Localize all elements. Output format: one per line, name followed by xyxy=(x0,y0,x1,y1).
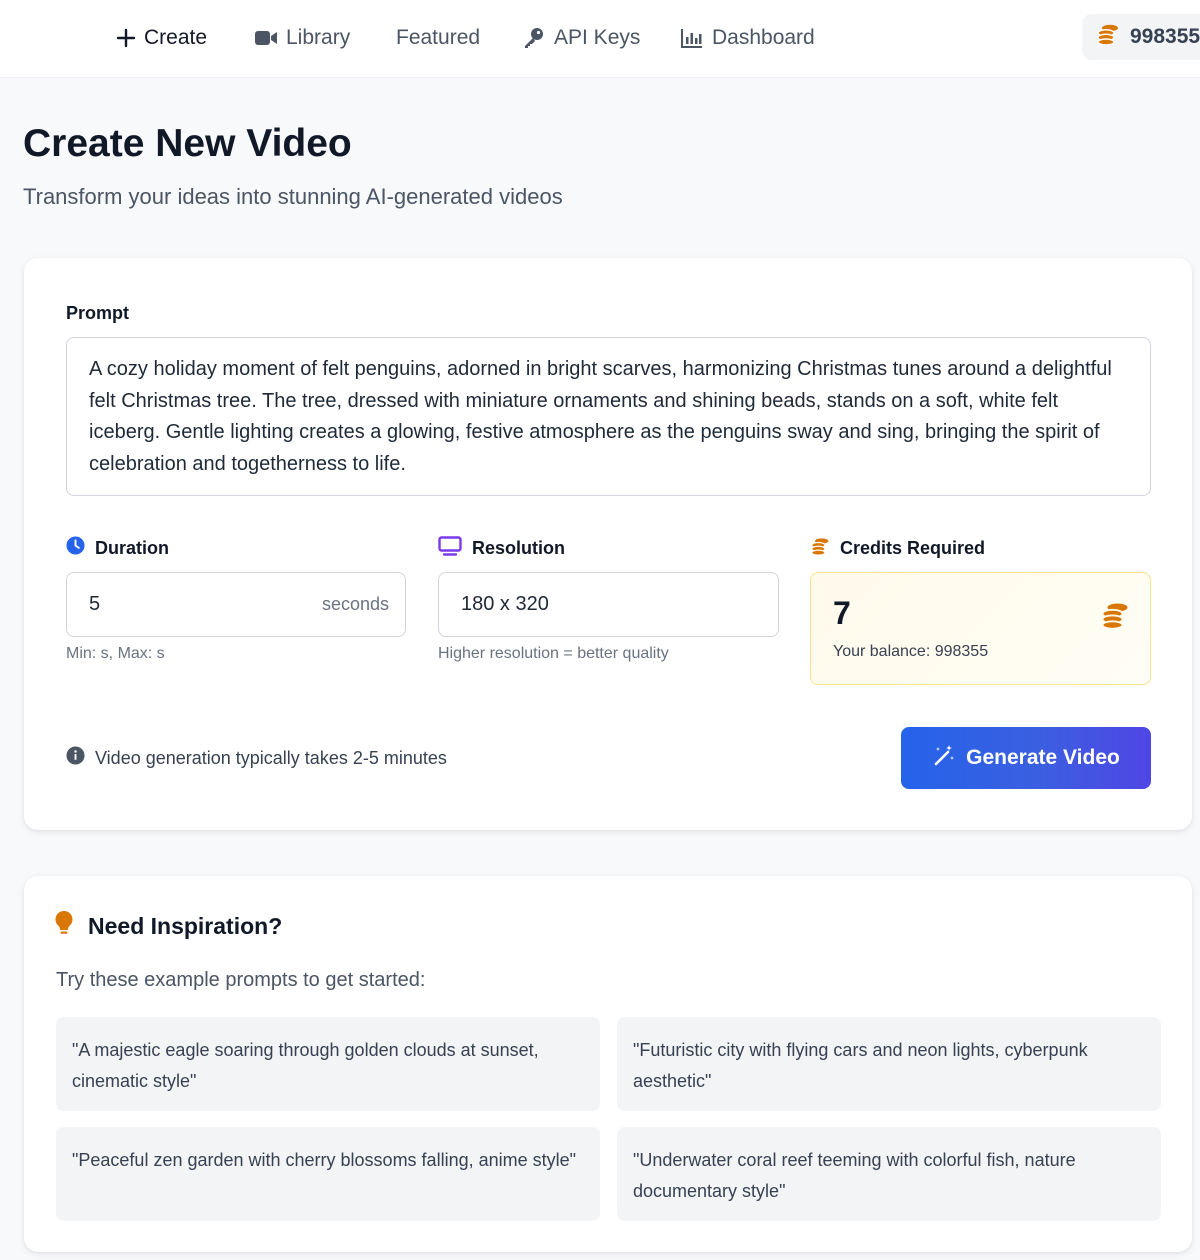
nav-item-dashboard[interactable]: Dashboard xyxy=(680,22,815,54)
video-camera-icon xyxy=(254,29,278,47)
nav-item-label: Featured xyxy=(396,26,481,49)
duration-label: Duration xyxy=(66,536,169,560)
nav-item-featured[interactable]: Featured xyxy=(396,22,480,54)
duration-label-text: Duration xyxy=(95,537,169,558)
resolution-label-text: Resolution xyxy=(472,538,565,558)
page-subtitle: Transform your ideas into stunning AI-ge… xyxy=(23,184,563,209)
generation-time-info: Video generation typically takes 2-5 min… xyxy=(66,746,447,770)
credits-required-box: 7 Your balance: 998355 xyxy=(810,572,1151,685)
create-video-card: Prompt A cozy holiday moment of felt pen… xyxy=(24,258,1192,830)
nav-item-label: Dashboard xyxy=(712,26,815,49)
inspiration-title: Need Inspiration? xyxy=(54,910,282,942)
generate-video-button[interactable]: Generate Video xyxy=(901,727,1151,789)
duration-value: 5 xyxy=(89,593,101,615)
top-navigation: Create Library Featured API Keys Dashboa… xyxy=(0,0,1200,78)
prompt-textarea[interactable]: A cozy holiday moment of felt penguins, … xyxy=(66,337,1151,496)
magic-wand-icon xyxy=(932,743,956,773)
nav-item-api-keys[interactable]: API Keys xyxy=(522,22,640,54)
coins-icon xyxy=(810,536,830,561)
resolution-label: Resolution xyxy=(438,536,565,561)
monitor-icon xyxy=(438,536,462,561)
nav-item-label: Library xyxy=(286,26,351,49)
credits-required-label: Credits Required xyxy=(810,536,985,561)
resolution-value: 180 x 320 xyxy=(461,593,549,615)
inspiration-card: Need Inspiration? Try these example prom… xyxy=(24,876,1192,1252)
credits-balance-pill[interactable]: 998355 xyxy=(1082,14,1200,60)
inspiration-subtitle: Try these example prompts to get started… xyxy=(56,969,426,991)
resolution-hint: Higher resolution = better quality xyxy=(438,645,669,662)
clock-icon xyxy=(66,536,85,560)
credits-balance-text: Your balance: 998355 xyxy=(833,643,989,660)
nav-item-label: API Keys xyxy=(554,26,641,49)
credits-required-value: 7 xyxy=(833,595,851,631)
coins-icon xyxy=(1100,601,1130,634)
credits-label-text: Credits Required xyxy=(840,538,986,558)
inspiration-title-text: Need Inspiration? xyxy=(88,912,283,939)
nav-item-create[interactable]: Create xyxy=(116,22,207,54)
example-prompt[interactable]: "Peaceful zen garden with cherry blossom… xyxy=(56,1127,600,1221)
bar-chart-icon xyxy=(680,27,704,49)
info-icon xyxy=(66,746,85,770)
example-prompt[interactable]: "Futuristic city with flying cars and ne… xyxy=(617,1017,1161,1111)
credits-balance-value: 998355 xyxy=(1130,25,1200,48)
coins-icon xyxy=(1096,23,1120,51)
generate-video-label: Generate Video xyxy=(966,746,1120,769)
duration-unit: seconds xyxy=(321,594,389,614)
lightbulb-icon xyxy=(54,910,74,942)
page-title: Create New Video xyxy=(23,122,352,165)
info-text: Video generation typically takes 2-5 min… xyxy=(95,747,447,768)
example-prompt[interactable]: "A majestic eagle soaring through golden… xyxy=(56,1017,600,1111)
prompt-label: Prompt xyxy=(66,303,129,323)
resolution-select[interactable]: 180 x 320 xyxy=(438,572,779,637)
key-icon xyxy=(522,26,546,50)
nav-item-library[interactable]: Library xyxy=(254,22,350,54)
nav-item-label: Create xyxy=(144,26,208,49)
duration-hint: Min: s, Max: s xyxy=(66,645,165,662)
plus-icon xyxy=(116,28,136,48)
duration-input[interactable]: 5 seconds xyxy=(66,572,406,637)
example-prompt[interactable]: "Underwater coral reef teeming with colo… xyxy=(617,1127,1161,1221)
